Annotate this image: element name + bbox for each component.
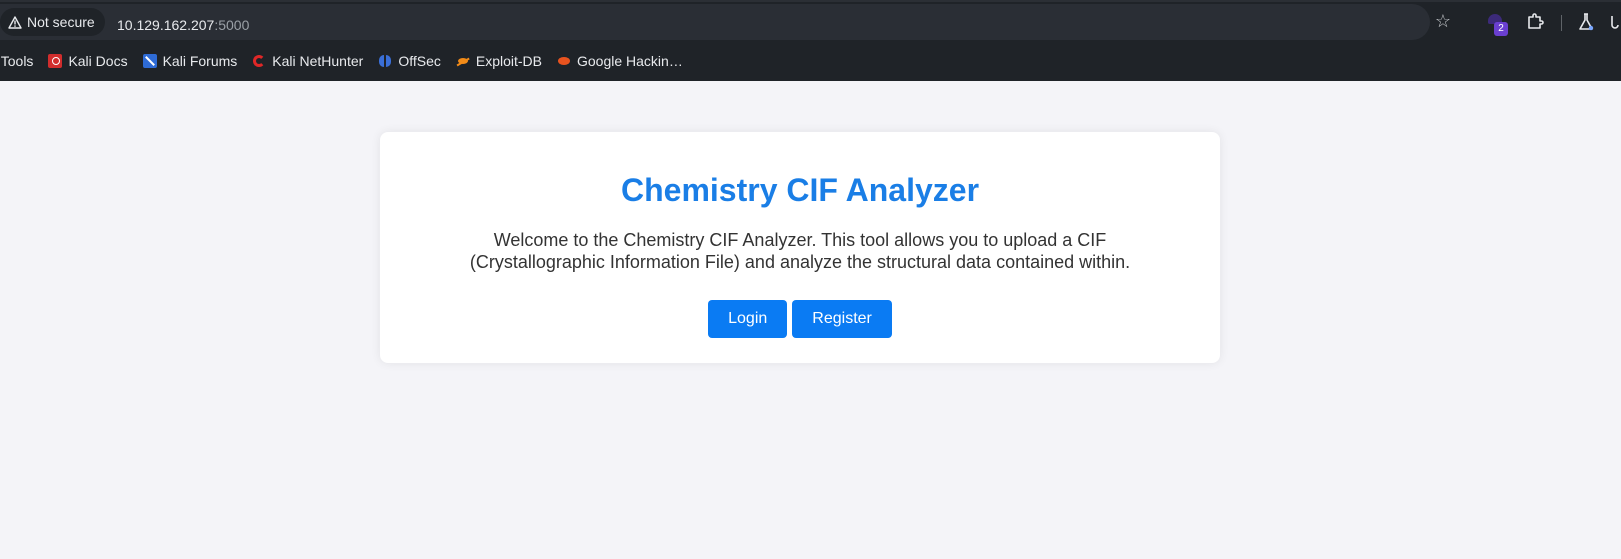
toolbar-separator xyxy=(1561,15,1562,31)
bookmark-google-hacking[interactable]: Google Hackin… xyxy=(550,53,691,69)
bookmark-kali-docs[interactable]: Kali Docs xyxy=(41,53,135,69)
url-host: 10.129.162.207 xyxy=(117,17,215,33)
address-bar[interactable]: Not secure 10.129.162.207:5000 xyxy=(0,4,1430,40)
bookmarks-bar: i Tools Kali Docs Kali Forums Kali NetHu… xyxy=(0,46,1621,76)
warning-icon xyxy=(8,15,22,29)
login-button[interactable]: Login xyxy=(708,300,788,338)
security-label: Not secure xyxy=(27,14,95,30)
kali-docs-icon xyxy=(48,54,63,68)
bookmark-label: Exploit-DB xyxy=(475,53,542,69)
bookmark-label: OffSec xyxy=(398,53,441,69)
auth-buttons: Login Register xyxy=(380,300,1220,338)
puzzle-icon[interactable] xyxy=(1526,12,1544,30)
bookmark-offsec[interactable]: OffSec xyxy=(371,53,449,69)
star-icon[interactable]: ☆ xyxy=(1434,12,1452,30)
bookmark-kali-nethunter[interactable]: Kali NetHunter xyxy=(245,53,371,69)
url-port: :5000 xyxy=(214,17,250,33)
browser-toolbar: Not secure 10.129.162.207:5000 ☆ 2 i Too… xyxy=(0,0,1621,81)
page-description: Welcome to the Chemistry CIF Analyzer. T… xyxy=(469,230,1131,272)
kali-forums-icon xyxy=(142,54,157,68)
welcome-card: Chemistry CIF Analyzer Welcome to the Ch… xyxy=(380,132,1220,363)
bookmark-exploit-db[interactable]: Exploit-DB xyxy=(449,53,550,69)
register-button[interactable]: Register xyxy=(792,300,892,338)
url-text[interactable]: 10.129.162.207:5000 xyxy=(117,17,249,33)
kali-nethunter-icon xyxy=(252,54,266,68)
menu-icon[interactable] xyxy=(1608,14,1621,30)
bookmark-label: i Tools xyxy=(0,53,34,69)
bookmark-label: Kali NetHunter xyxy=(272,53,364,69)
toolbar-edge xyxy=(0,0,1621,2)
extension-icon[interactable]: 2 xyxy=(1486,12,1508,36)
flask-icon[interactable] xyxy=(1578,13,1594,31)
bookmark-kali-forums[interactable]: Kali Forums xyxy=(136,53,246,69)
google-hacking-icon xyxy=(557,54,571,68)
bookmark-kali-tools[interactable]: i Tools xyxy=(0,53,41,69)
extension-badge: 2 xyxy=(1494,22,1508,36)
bookmark-label: Kali Forums xyxy=(162,53,238,69)
exploit-db-icon xyxy=(456,54,470,68)
offsec-icon xyxy=(378,54,392,68)
bookmark-label: Google Hackin… xyxy=(577,53,683,69)
security-indicator[interactable]: Not secure xyxy=(0,8,105,36)
bookmark-label: Kali Docs xyxy=(68,53,128,69)
page-content: Chemistry CIF Analyzer Welcome to the Ch… xyxy=(0,81,1621,559)
page-title: Chemistry CIF Analyzer xyxy=(620,172,980,208)
